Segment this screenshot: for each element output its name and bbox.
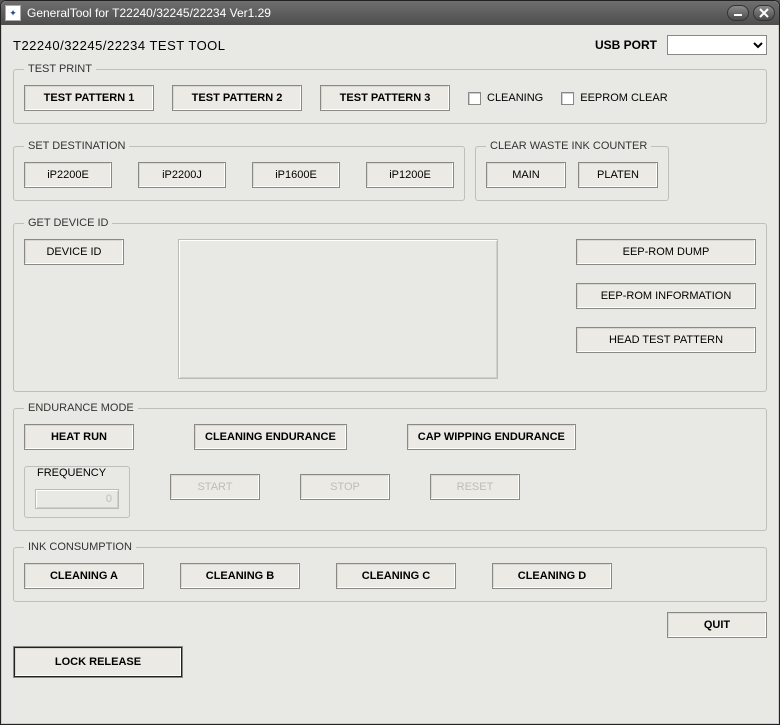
usb-port-label: USB PORT — [595, 38, 657, 52]
minimize-icon — [733, 9, 743, 17]
endurance-group: ENDURANCE MODE HEAT RUN CLEANING ENDURAN… — [13, 402, 767, 531]
titlebar: ✦ GeneralTool for T22240/32245/22234 Ver… — [1, 1, 779, 25]
clear-platen-button[interactable]: PLATEN — [578, 162, 658, 188]
dest-ip2200j-button[interactable]: iP2200J — [138, 162, 226, 188]
test-pattern-3-button[interactable]: TEST PATTERN 3 — [320, 85, 450, 111]
dest-ip1200e-button[interactable]: iP1200E — [366, 162, 454, 188]
test-print-legend: TEST PRINT — [24, 63, 96, 75]
checkbox-icon — [561, 92, 574, 105]
set-destination-legend: SET DESTINATION — [24, 140, 129, 152]
cleaning-label: CLEANING — [487, 92, 543, 104]
heat-run-button[interactable]: HEAT RUN — [24, 424, 134, 450]
eep-rom-info-button[interactable]: EEP-ROM INFORMATION — [576, 283, 756, 309]
cleaning-b-button[interactable]: CLEANING B — [180, 563, 300, 589]
cap-wipping-button[interactable]: CAP WIPPING ENDURANCE — [407, 424, 576, 450]
device-output — [178, 239, 498, 379]
cleaning-c-button[interactable]: CLEANING C — [336, 563, 456, 589]
minimize-button[interactable] — [727, 5, 749, 21]
endurance-legend: ENDURANCE MODE — [24, 402, 138, 414]
cleaning-checkbox[interactable]: CLEANING — [468, 92, 543, 105]
test-print-group: TEST PRINT TEST PATTERN 1 TEST PATTERN 2… — [13, 63, 767, 124]
head-test-button[interactable]: HEAD TEST PATTERN — [576, 327, 756, 353]
dest-ip2200e-button[interactable]: iP2200E — [24, 162, 112, 188]
cleaning-endurance-button[interactable]: CLEANING ENDURANCE — [194, 424, 347, 450]
cleaning-d-button[interactable]: CLEANING D — [492, 563, 612, 589]
stop-button: STOP — [300, 474, 390, 500]
lock-release-button[interactable]: LOCK RELEASE — [13, 646, 183, 678]
quit-button[interactable]: QUIT — [667, 612, 767, 638]
checkbox-icon — [468, 92, 481, 105]
close-button[interactable] — [753, 5, 775, 21]
device-id-button[interactable]: DEVICE ID — [24, 239, 124, 265]
clear-waste-group: CLEAR WASTE INK COUNTER MAIN PLATEN — [475, 140, 669, 201]
set-destination-group: SET DESTINATION iP2200E iP2200J iP1600E … — [13, 140, 465, 201]
start-button: START — [170, 474, 260, 500]
ink-group: INK CONSUMPTION CLEANING A CLEANING B CL… — [13, 541, 767, 602]
test-pattern-1-button[interactable]: TEST PATTERN 1 — [24, 85, 154, 111]
clear-main-button[interactable]: MAIN — [486, 162, 566, 188]
eep-rom-dump-button[interactable]: EEP-ROM DUMP — [576, 239, 756, 265]
clear-waste-legend: CLEAR WASTE INK COUNTER — [486, 140, 651, 152]
cleaning-a-button[interactable]: CLEANING A — [24, 563, 144, 589]
test-pattern-2-button[interactable]: TEST PATTERN 2 — [172, 85, 302, 111]
dest-ip1600e-button[interactable]: iP1600E — [252, 162, 340, 188]
get-device-group: GET DEVICE ID DEVICE ID EEP-ROM DUMP EEP… — [13, 217, 767, 392]
usb-port-select[interactable] — [667, 35, 767, 55]
frequency-label: FREQUENCY — [33, 467, 110, 479]
window-title: GeneralTool for T22240/32245/22234 Ver1.… — [27, 6, 271, 20]
ink-legend: INK CONSUMPTION — [24, 541, 136, 553]
close-icon — [759, 8, 769, 18]
frequency-field — [35, 489, 119, 509]
get-device-legend: GET DEVICE ID — [24, 217, 112, 229]
app-window: ✦ GeneralTool for T22240/32245/22234 Ver… — [0, 0, 780, 725]
frequency-group: FREQUENCY — [24, 466, 130, 518]
reset-button: RESET — [430, 474, 520, 500]
eeprom-clear-label: EEPROM CLEAR — [580, 92, 667, 104]
tool-title: T22240/32245/22234 TEST TOOL — [13, 38, 595, 53]
app-icon: ✦ — [5, 5, 21, 21]
eeprom-clear-checkbox[interactable]: EEPROM CLEAR — [561, 92, 667, 105]
